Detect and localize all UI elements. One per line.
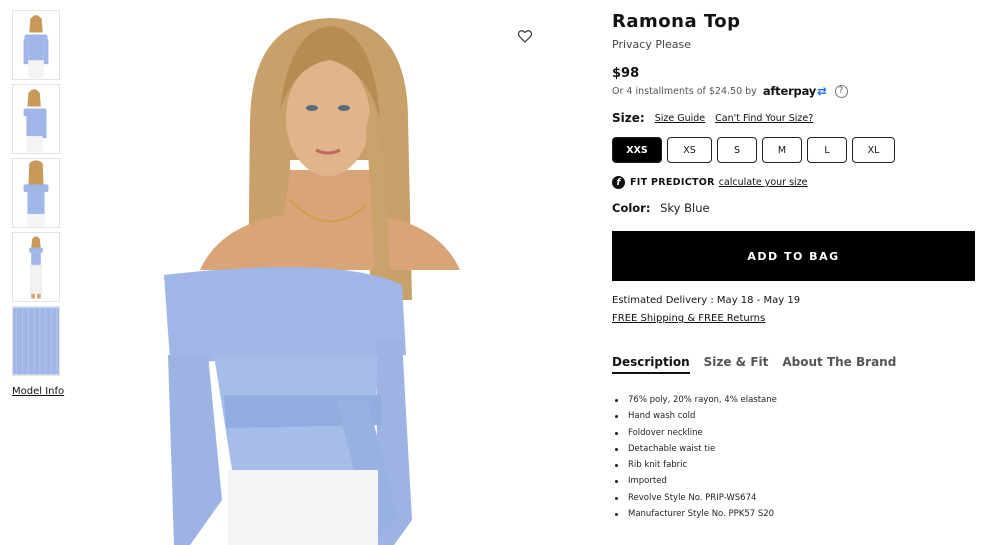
installments-row: Or 4 installments of $24.50 by afterpay⇄… [612,84,848,98]
thumbnail-image [13,159,59,227]
product-title: Ramona Top [612,11,741,32]
thumbnail-gallery [12,10,60,380]
thumbnail-2[interactable] [12,84,60,154]
afterpay-wordmark: afterpay [762,84,817,98]
color-row: Color: Sky Blue [612,201,710,215]
list-item: 76% poly, 20% rayon, 4% elastane [615,392,777,408]
thumbnail-image [13,233,59,301]
thumbnail-image [13,307,59,375]
afterpay-arrows-icon: ⇄ [817,84,827,98]
description-list: 76% poly, 20% rayon, 4% elastane Hand wa… [615,392,777,522]
cant-find-size-link[interactable]: Can't Find Your Size? [715,113,813,124]
list-item: Manufacturer Style No. PPK57 S20 [615,506,777,522]
main-product-image[interactable] [140,0,540,545]
afterpay-logo: afterpay⇄ [763,84,827,98]
thumbnail-image [13,85,59,153]
tab-size-fit[interactable]: Size & Fit [704,355,769,374]
thumbnail-4[interactable] [12,232,60,302]
product-price: $98 [612,66,640,81]
list-item: Imported [615,473,777,489]
product-brand[interactable]: Privacy Please [612,38,691,51]
size-selector: XXS XS S M L XL [612,137,895,163]
color-value: Sky Blue [660,201,710,215]
size-option-s[interactable]: S [717,137,757,163]
size-option-m[interactable]: M [762,137,802,163]
color-label: Color: [612,201,651,215]
thumbnail-image [13,11,59,79]
size-option-xxs[interactable]: XXS [612,137,662,163]
fit-predictor-label: FIT PREDICTOR [630,177,715,188]
size-option-xl[interactable]: XL [852,137,895,163]
estimated-delivery: Estimated Delivery : May 18 - May 19 [612,295,801,306]
list-item: Revolve Style No. PRIP-WS674 [615,490,777,506]
list-item: Hand wash cold [615,408,777,424]
installments-text: Or 4 installments of $24.50 by [612,85,757,97]
fit-predictor: f FIT PREDICTOR calculate your size [612,176,808,189]
model-photo [140,0,540,545]
calculate-size-link[interactable]: calculate your size [719,177,808,188]
size-guide-link[interactable]: Size Guide [655,113,705,124]
thumbnail-3[interactable] [12,158,60,228]
fit-predictor-icon: f [612,176,625,189]
size-option-l[interactable]: L [807,137,847,163]
list-item: Detachable waist tie [615,441,777,457]
size-label: Size: [612,111,645,125]
list-item: Foldover neckline [615,425,777,441]
list-item: Rib knit fabric [615,457,777,473]
help-icon[interactable]: ? [834,84,848,98]
detail-tabs: Description Size & Fit About The Brand [612,355,896,374]
add-to-bag-button[interactable]: ADD TO BAG [612,231,975,281]
wishlist-heart-icon[interactable] [517,28,533,44]
model-info-link[interactable]: Model Info [12,386,64,397]
size-option-xs[interactable]: XS [667,137,712,163]
tab-about-brand[interactable]: About The Brand [782,355,896,374]
tab-description[interactable]: Description [612,355,690,374]
thumbnail-5[interactable] [12,306,60,376]
size-header: Size: Size Guide Can't Find Your Size? [612,111,813,125]
thumbnail-1[interactable] [12,10,60,80]
free-shipping-link[interactable]: FREE Shipping & FREE Returns [612,313,765,324]
